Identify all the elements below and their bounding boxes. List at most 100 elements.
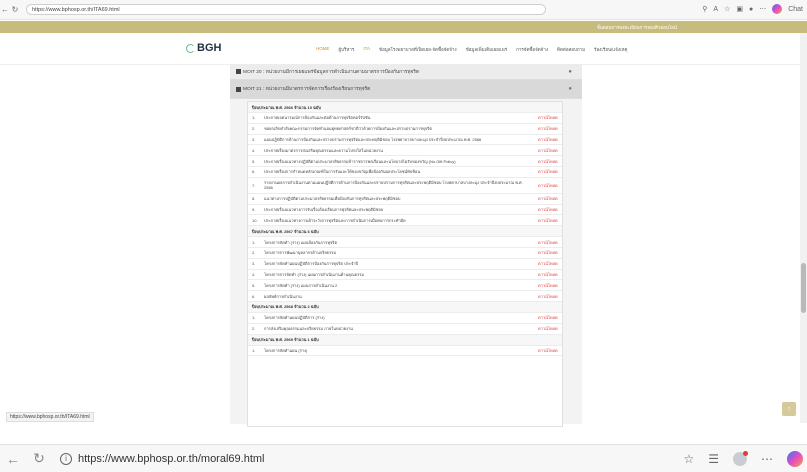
download-link[interactable]: ดาวน์โหลด <box>538 217 562 224</box>
address-url: https://www.bphosp.or.th/ITA69.html <box>32 6 120 13</box>
main-menu: HOME ผู้บริหาร ITA ข้อมูลโรงพยาบาลที่เปิ… <box>316 46 627 53</box>
row-title: โครงการจัดทำ (ร่าง) แผนป้องกันการทุจริต <box>264 239 338 245</box>
scrollbar-thumb[interactable] <box>801 263 806 313</box>
row-number: 9. <box>252 206 256 212</box>
status-url: https://www.bphosp.or.th/ITA69.html <box>6 412 94 422</box>
row-title: แนวทางการปฏิบัติตามประมวลจริยธรรมเพื่อป้… <box>264 196 401 202</box>
table-row: 2. โครงการการพัฒนาบุคลากรด้านจริยธรรม ดาวน… <box>248 248 562 259</box>
year-header: ปีงบประมาณ พ.ศ. 2568 จำนวน 2 ฉบับ <box>248 301 562 313</box>
more-icon[interactable]: ⋯ <box>759 5 766 13</box>
extensions-icon[interactable]: ▣ <box>736 5 743 13</box>
menu-item-more-info[interactable]: ข้อมูลเพิ่มเติมเผยแพร่ <box>466 46 508 53</box>
table-row: 1. โครงการจัดทำ (ร่าง) แผนป้องกันการทุจริ… <box>248 237 562 248</box>
back-icon[interactable]: ← <box>0 5 10 15</box>
favorites-list-icon[interactable]: ☰ <box>708 452 719 466</box>
row-title: โครงการการพัฒนาบุคลากรด้านจริยธรรม <box>264 250 337 256</box>
address-bar[interactable]: https://www.bphosp.or.th/ITA69.html <box>26 4 546 15</box>
download-link[interactable]: ดาวน์โหลด <box>538 325 562 332</box>
row-title: ผลลัพธ์การดำเนินงาน <box>264 293 302 299</box>
more-icon[interactable]: ⋯ <box>761 452 773 466</box>
year-header: ปีงบประมาณ พ.ศ. 2566 จำนวน 10 ฉบับ <box>248 102 562 113</box>
section-title: MOIT 21 : หน่วยงานมีมาตรการจัดการเรื่องร… <box>243 87 371 92</box>
row-number: 5. <box>252 158 256 164</box>
profile-icon[interactable] <box>733 451 748 466</box>
row-number: 1. <box>252 115 256 121</box>
expand-icon[interactable]: ● <box>568 69 572 75</box>
row-title: โครงการการจัดทำ (ร่าง) แผนการดำเนินงานด้… <box>264 271 365 277</box>
site-logo[interactable]: BGH <box>186 42 221 54</box>
table-row: 5. ประกาศเรื่องแนวทางปฏิบัติตามประมวลจริย… <box>248 156 562 167</box>
table-row: 2. การส่งเสริมคุณธรรมและจริยธรรม ภายในหน่… <box>248 324 562 335</box>
download-link[interactable]: ดาวน์โหลด <box>538 239 562 246</box>
table-row: 6. ผลลัพธ์การดำเนินงาน ดาวน์โหลด <box>248 291 562 302</box>
announcement-link[interactable]: ขั้นตอนการลงทะเบียนการจองคิวออนไลน์ <box>597 24 677 31</box>
menu-item-procurement[interactable]: การจัดซื้อจัดจ้าง <box>516 46 548 53</box>
doc-icon <box>236 69 241 74</box>
chat-label[interactable]: Chat <box>788 6 803 13</box>
download-link[interactable]: ดาวน์โหลด <box>538 206 562 213</box>
download-link[interactable]: ดาวน์โหลด <box>538 136 562 143</box>
refresh-icon[interactable]: ↻ <box>26 450 52 467</box>
section-moit-21[interactable]: MOIT 21 : หน่วยงานมีมาตรการจัดการเรื่องร… <box>230 80 582 99</box>
download-link[interactable]: ดาวน์โหลด <box>538 125 562 132</box>
download-link[interactable]: ดาวน์โหลด <box>538 271 562 278</box>
menu-item-disclosure[interactable]: ข้อมูลโรงพยาบาลที่เปิดเผย-จัดซื้อจัดจ้าง <box>379 46 457 53</box>
favorite-icon[interactable]: ☆ <box>683 452 694 466</box>
download-link[interactable]: ดาวน์โหลด <box>538 293 562 300</box>
refresh-icon[interactable]: ↻ <box>10 5 20 15</box>
year-header: ปีงบประมาณ พ.ศ. 2567 จำนวน 6 ฉบับ <box>248 226 562 238</box>
menu-item-home[interactable]: HOME <box>316 46 330 53</box>
doc-icon <box>236 86 241 92</box>
download-link[interactable]: ดาวน์โหลด <box>538 182 562 189</box>
row-title: การส่งเสริมคุณธรรมและจริยธรรม ภายในหน่วย… <box>264 326 353 332</box>
menu-item-executive[interactable]: ผู้บริหาร <box>339 46 355 53</box>
row-title: ประกาศเรื่องการกำหนดหลักเกณฑ์ในการรับและ… <box>264 169 421 175</box>
download-link[interactable]: ดาวน์โหลด <box>538 114 562 121</box>
download-link[interactable]: ดาวน์โหลด <box>538 260 562 267</box>
menu-item-complaint[interactable]: ร้องเรียน/แจ้งเหตุ <box>594 46 627 53</box>
download-link[interactable]: ดาวน์โหลด <box>538 195 562 202</box>
favorite-icon[interactable]: ☆ <box>724 5 730 13</box>
download-link[interactable]: ดาวน์โหลด <box>538 282 562 289</box>
bottom-url-text: https://www.bphosp.or.th/moral69.html <box>78 452 265 465</box>
download-link[interactable]: ดาวน์โหลด <box>538 158 562 165</box>
row-number: 2. <box>252 326 256 332</box>
row-title: ประกาศเจตนารมณ์การป้องกันและต่อต้านการทุ… <box>264 115 371 121</box>
page-scrollbar[interactable] <box>800 33 807 423</box>
back-icon[interactable]: ← <box>0 451 26 467</box>
site-info-icon[interactable]: i <box>60 452 72 465</box>
browser-icons: ⚲ A ☆ ▣ ● ⋯ Chat <box>702 4 803 14</box>
download-link[interactable]: ดาวน์โหลด <box>538 347 562 354</box>
menu-item-contact[interactable]: ติดต่อสอบถาม <box>557 46 585 53</box>
table-row: 1. ประกาศเจตนารมณ์การป้องกันและต่อต้านการ… <box>248 113 562 124</box>
top-announcement-bar: ขั้นตอนการลงทะเบียนการจองคิวออนไลน์ <box>0 21 807 33</box>
bottom-address-bar[interactable]: i https://www.bphosp.or.th/moral69.html <box>60 448 660 470</box>
bottom-browser-toolbar: ← ↻ i https://www.bphosp.or.th/moral69.h… <box>0 444 807 472</box>
download-link[interactable]: ดาวน์โหลด <box>538 168 562 175</box>
bottom-browser-icons: ☆ ☰ ⋯ <box>683 451 803 467</box>
row-number: 3. <box>252 136 256 142</box>
scroll-top-button[interactable]: ↑ <box>782 402 796 416</box>
table-row: 4. ประกาศเรื่องมาตรการส่งเสริมคุณธรรมและค… <box>248 145 562 157</box>
section-moit-20[interactable]: MOIT 20 : หน่วยงานมีการเผยแพร่ข้อมูลการด… <box>230 64 582 80</box>
copilot-icon[interactable] <box>787 451 803 467</box>
profile-icon[interactable]: ● <box>749 6 753 13</box>
copilot-icon[interactable] <box>772 4 783 14</box>
download-link[interactable]: ดาวน์โหลด <box>538 249 562 256</box>
page-root: ← ↻ https://www.bphosp.or.th/ITA69.html … <box>0 0 807 472</box>
zoom-icon[interactable]: ⚲ <box>702 5 707 13</box>
download-link[interactable]: ดาวน์โหลด <box>538 147 562 154</box>
row-title: ประกาศเรื่องแนวทางการรับเรื่องร้องเรียนก… <box>264 206 384 212</box>
row-number: 2. <box>252 250 256 256</box>
row-number: 2. <box>252 126 256 132</box>
table-row: 8. แนวทางการปฏิบัติตามประมวลจริยธรรมเพื่อ… <box>248 194 562 205</box>
read-aloud-icon[interactable]: A <box>713 6 718 13</box>
download-link[interactable]: ดาวน์โหลด <box>538 314 562 321</box>
menu-item-ita[interactable]: ITA <box>363 46 370 53</box>
logo-text: BGH <box>197 42 222 54</box>
table-row: 10. ประกาศเรื่องแนวทางการเฝ้าระวังการทุจร… <box>248 215 562 227</box>
row-title: โครงการจัดทำ (ร่าง) แผนการดำเนินงาน 2 <box>264 282 338 288</box>
site-header: BGH HOME ผู้บริหาร ITA ข้อมูลโรงพยาบาลที… <box>0 33 807 65</box>
row-title: โครงการจัดทำแผนปฏิบัติการป้องกันการทุจริ… <box>264 261 359 267</box>
collapse-icon[interactable]: ● <box>568 86 572 92</box>
